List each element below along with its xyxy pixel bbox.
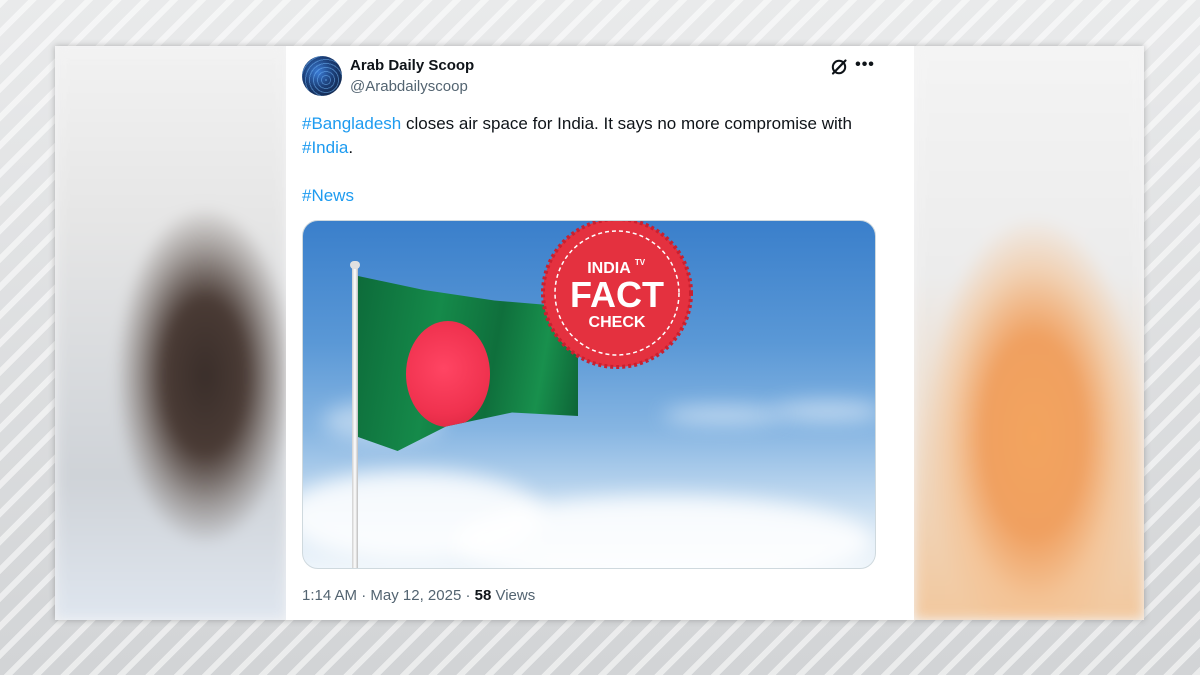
cloud (663, 406, 783, 424)
hashtag-link[interactable]: #Bangladesh (302, 114, 401, 133)
badge-title: FACT (570, 274, 664, 315)
tweet-time[interactable]: 1:14 AM (302, 587, 357, 604)
more-options-icon[interactable]: ••• (854, 54, 876, 76)
blurred-right-panel (914, 46, 1144, 620)
badge-brand-tv: TV (635, 258, 646, 267)
grok-icon[interactable] (830, 58, 848, 76)
hashtag-link[interactable]: #News (302, 186, 354, 205)
meta-separator: · (357, 587, 371, 604)
cloud (773, 401, 875, 421)
tweet-card: Arab Daily Scoop @Arabdailyscoop ••• #Ba… (286, 46, 914, 620)
hashtag-link[interactable]: #India (302, 138, 348, 157)
user-handle[interactable]: @Arabdailyscoop (350, 78, 468, 95)
views-label: Views (491, 587, 536, 604)
tweet-text-part: . (348, 138, 354, 157)
fact-check-badge: INDIA TV FACT CHECK (541, 221, 693, 369)
display-name[interactable]: Arab Daily Scoop (350, 57, 474, 74)
views-count[interactable]: 58 (475, 587, 492, 604)
avatar[interactable] (302, 56, 342, 96)
tweet-image[interactable]: INDIA TV FACT CHECK (302, 220, 876, 569)
flag-pole (352, 265, 358, 568)
flag-pole-cap (350, 261, 360, 269)
tweet-date[interactable]: May 12, 2025 (370, 587, 461, 604)
tweet-meta: 1:14 AM · May 12, 2025 · 58 Views (302, 587, 535, 604)
flag-red-disc (406, 321, 490, 427)
blurred-left-panel (55, 46, 287, 620)
meta-separator: · (461, 587, 475, 604)
tweet-text: #Bangladesh closes air space for India. … (302, 112, 882, 208)
tweet-text-part: closes air space for India. It says no m… (401, 114, 852, 133)
badge-subtitle: CHECK (589, 314, 646, 331)
